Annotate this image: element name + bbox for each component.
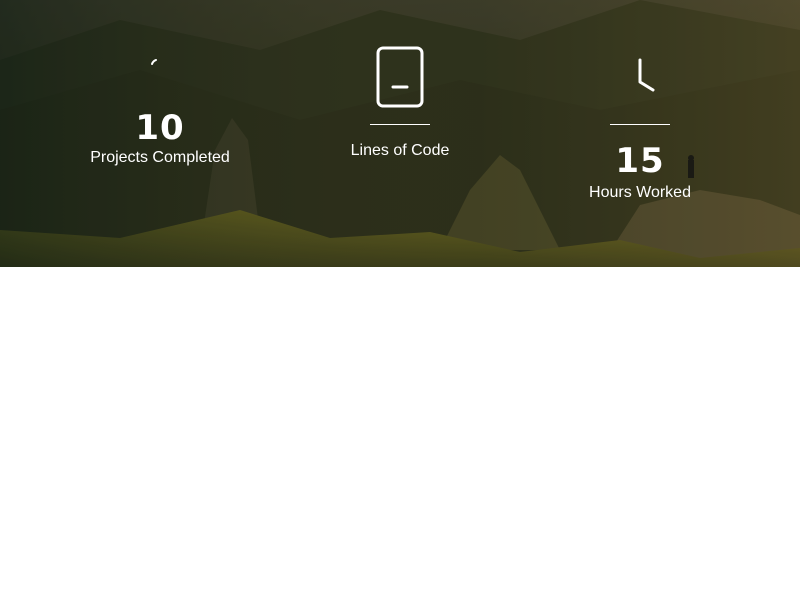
stat-label: Hours Worked [589, 184, 691, 201]
clock-icon [638, 58, 655, 92]
stat-divider [610, 124, 670, 125]
stat-hours-worked: 15 Hours Worked [540, 40, 740, 203]
stat-label: Projects Completed [90, 149, 230, 166]
stat-number: 10 [135, 108, 185, 148]
stat-lines-of-code: Lines of Code [300, 40, 500, 161]
mobile-device-icon [376, 46, 424, 108]
stats-hero-section: 10 Projects Completed Lines of Code 15 H… [0, 0, 800, 267]
stat-divider [370, 124, 430, 125]
stat-projects-completed: 10 Projects Completed [60, 40, 260, 168]
page-content-area [0, 267, 800, 600]
spinner-icon [151, 59, 157, 65]
stat-label: Lines of Code [350, 142, 450, 159]
stat-number: 15 [615, 141, 665, 181]
